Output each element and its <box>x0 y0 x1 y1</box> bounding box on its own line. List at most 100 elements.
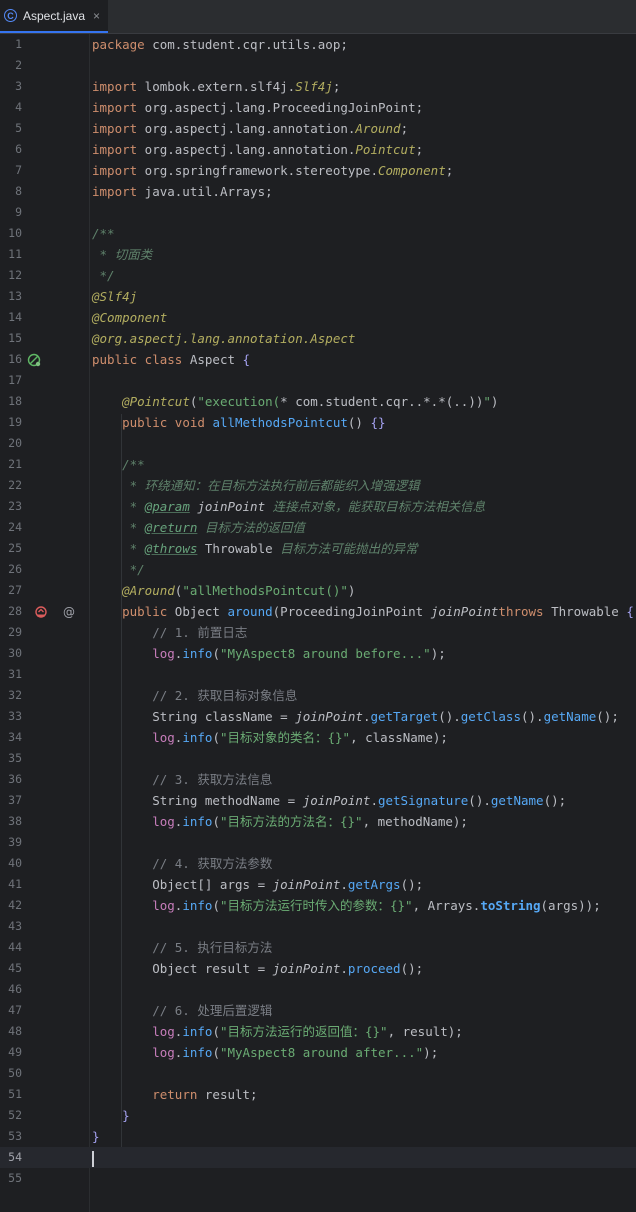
code-line[interactable]: 6 import org.aspectj.lang.annotation.Poin… <box>0 139 636 160</box>
spring-bean-icon[interactable] <box>27 352 41 367</box>
code-line[interactable]: 33 String className = joinPoint.getTarge… <box>0 706 636 727</box>
code-token: (). <box>468 793 491 808</box>
code-line[interactable]: 27 @Around("allMethodsPointcut()") <box>0 580 636 601</box>
code-line[interactable]: 52 } <box>0 1105 636 1126</box>
code-token: getName <box>543 709 597 724</box>
code-line[interactable]: 5 import org.aspectj.lang.annotation.Arou… <box>0 118 636 139</box>
code-line[interactable]: 35 <box>0 748 636 769</box>
code-line[interactable]: 13 @Slf4j <box>0 286 636 307</box>
code-token: "目标方法运行的返回值：{}" <box>219 1024 388 1039</box>
code-line[interactable]: 17 <box>0 370 636 391</box>
code-text: String methodName = joinPoint.getSignatu… <box>92 790 566 811</box>
code-line[interactable]: 2 <box>0 55 636 76</box>
code-line[interactable]: 45 Object result = joinPoint.proceed(); <box>0 958 636 979</box>
code-line[interactable]: 44 // 5. 执行目标方法 <box>0 937 636 958</box>
code-token: ); <box>430 646 446 661</box>
code-line[interactable]: 41 Object[] args = joinPoint.getArgs(); <box>0 874 636 895</box>
code-line[interactable]: 25 * @throws Throwable 目标方法可能抛出的异常 <box>0 538 636 559</box>
code-line[interactable]: 29 // 1. 前置日志 <box>0 622 636 643</box>
code-token: @Slf4j <box>92 289 138 304</box>
line-number: 18 <box>8 394 22 408</box>
line-number: 26 <box>8 562 22 576</box>
code-line[interactable]: 54 <box>0 1147 636 1168</box>
code-text: log.info("目标方法运行的返回值：{}", result); <box>92 1021 463 1042</box>
code-text: import java.util.Arrays; <box>92 181 273 202</box>
code-token: 连接点对象，能获取目标方法相关信息 <box>265 499 486 514</box>
code-token: // 5. 执行目标方法 <box>92 940 273 955</box>
code-line[interactable]: 46 <box>0 979 636 1000</box>
code-line[interactable]: 4 import org.aspectj.lang.ProceedingJoinP… <box>0 97 636 118</box>
code-token: Throwable <box>543 604 627 619</box>
line-number: 8 <box>15 184 22 198</box>
line-number: 14 <box>8 310 22 324</box>
line-number: 30 <box>8 646 22 660</box>
code-line[interactable]: 40 // 4. 获取方法参数 <box>0 853 636 874</box>
code-line[interactable]: 38 log.info("目标方法的方法名：{}", methodName); <box>0 811 636 832</box>
code-line[interactable]: 55 <box>0 1168 636 1189</box>
code-line[interactable]: 15 @org.aspectj.lang.annotation.Aspect <box>0 328 636 349</box>
code-line[interactable]: 9 <box>0 202 636 223</box>
line-number: 2 <box>15 58 22 72</box>
code-token: joinPoint <box>197 499 266 514</box>
code-line[interactable]: 50 <box>0 1063 636 1084</box>
code-editor[interactable]: 1 package com.student.cqr.utils.aop; 2 3 imp… <box>0 34 636 1212</box>
code-token: * <box>92 541 145 556</box>
code-line[interactable]: 21 /** <box>0 454 636 475</box>
code-line[interactable]: 10 /** <box>0 223 636 244</box>
code-line[interactable]: 53} <box>0 1126 636 1147</box>
code-line[interactable]: 24 * @return 目标方法的返回值 <box>0 517 636 538</box>
code-token: ( <box>212 814 220 829</box>
code-line[interactable]: 51 return result; <box>0 1084 636 1105</box>
code-line[interactable]: 7 import org.springframework.stereotype.C… <box>0 160 636 181</box>
code-line[interactable]: 16 public class Aspect { <box>0 349 636 370</box>
code-line[interactable]: 18 @Pointcut("execution(* com.student.cq… <box>0 391 636 412</box>
code-token: info <box>182 646 213 661</box>
line-number: 17 <box>8 373 22 387</box>
code-line[interactable]: 43 <box>0 916 636 937</box>
code-line[interactable]: 34 log.info("目标对象的类名：{}", className); <box>0 727 636 748</box>
editor-tab[interactable]: C Aspect.java × <box>0 0 109 33</box>
line-number: 4 <box>15 100 22 114</box>
close-icon[interactable]: × <box>93 9 100 23</box>
code-line[interactable]: 39 <box>0 832 636 853</box>
code-line[interactable]: 3 import lombok.extern.slf4j.Slf4j; <box>0 76 636 97</box>
code-text: } <box>92 1126 100 1147</box>
code-line[interactable]: 8 import java.util.Arrays; <box>0 181 636 202</box>
line-number: 41 <box>8 877 22 891</box>
code-line[interactable]: 49 log.info("MyAspect8 around after...")… <box>0 1042 636 1063</box>
code-line[interactable]: 26 */ <box>0 559 636 580</box>
code-line[interactable]: 32 // 2. 获取目标对象信息 <box>0 685 636 706</box>
code-line[interactable]: 31 <box>0 664 636 685</box>
code-token: , Arrays. <box>412 898 481 913</box>
code-token: // 6. 处理后置逻辑 <box>92 1003 273 1018</box>
code-line[interactable]: 36 // 3. 获取方法信息 <box>0 769 636 790</box>
code-text: public Object around(ProceedingJoinPoint… <box>92 601 634 622</box>
code-text: * @param joinPoint 连接点对象，能获取目标方法相关信息 <box>92 496 486 517</box>
code-line[interactable]: 42 log.info("目标方法运行时传入的参数：{}", Arrays.to… <box>0 895 636 916</box>
code-line[interactable]: 48 log.info("目标方法运行的返回值：{}", result); <box>0 1021 636 1042</box>
code-text: import org.aspectj.lang.annotation.Point… <box>92 139 423 160</box>
code-line[interactable]: 22 * 环绕通知：在目标方法执行前后都能织入增强逻辑 <box>0 475 636 496</box>
code-line[interactable]: 23 * @param joinPoint 连接点对象，能获取目标方法相关信息 <box>0 496 636 517</box>
code-line[interactable]: 28 public Object around(ProceedingJoinPo… <box>0 601 636 622</box>
code-line[interactable]: 47 // 6. 处理后置逻辑 <box>0 1000 636 1021</box>
code-text: public void allMethodsPointcut() {} <box>92 412 385 433</box>
line-number: 43 <box>8 919 22 933</box>
line-number: 27 <box>8 583 22 597</box>
code-line[interactable]: 1 package com.student.cqr.utils.aop; <box>0 34 636 55</box>
at-annotation-icon[interactable]: @ <box>62 604 76 619</box>
code-token: joinPoint <box>272 961 341 976</box>
code-line[interactable]: 11 * 切面类 <box>0 244 636 265</box>
code-line[interactable]: 37 String methodName = joinPoint.getSign… <box>0 790 636 811</box>
code-line[interactable]: 19 public void allMethodsPointcut() {} <box>0 412 636 433</box>
code-line[interactable]: 20 <box>0 433 636 454</box>
code-lines[interactable]: 1 package com.student.cqr.utils.aop; 2 3 imp… <box>0 34 636 1189</box>
code-line[interactable]: 14 @Component <box>0 307 636 328</box>
code-line[interactable]: 12 */ <box>0 265 636 286</box>
code-text: * 切面类 <box>92 244 153 265</box>
code-token: log <box>152 1045 175 1060</box>
code-line[interactable]: 30 log.info("MyAspect8 around before..."… <box>0 643 636 664</box>
aop-advice-icon[interactable] <box>34 604 48 618</box>
code-token: return <box>152 1087 198 1102</box>
